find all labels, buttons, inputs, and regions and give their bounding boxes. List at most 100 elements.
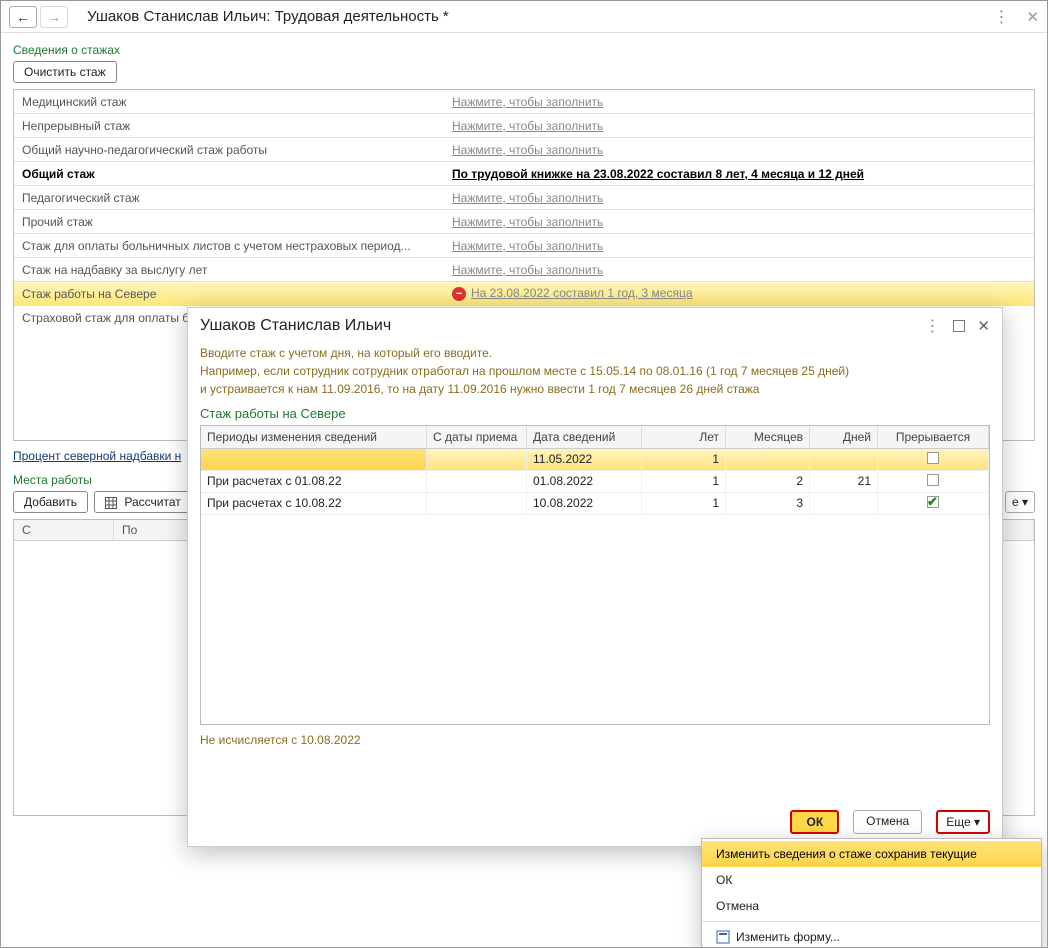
menu-item-label: ОК — [716, 873, 732, 887]
cell-months — [726, 449, 810, 470]
arrow-right-icon: → — [47, 9, 61, 25]
cancel-button[interactable]: Отмена — [853, 810, 922, 834]
stage-name: Общий научно-педагогический стаж работы — [14, 140, 444, 160]
add-button[interactable]: Добавить — [13, 491, 88, 513]
menu-item[interactable]: Отмена — [702, 893, 1041, 919]
ok-button[interactable]: ОК — [790, 810, 839, 834]
cell-days — [810, 449, 878, 470]
more-button-small[interactable]: е ▾ — [1005, 491, 1035, 513]
col-since-hire: С даты приема — [427, 426, 527, 448]
stage-row[interactable]: Стаж работы на Севере−На 23.08.2022 сост… — [14, 282, 1034, 306]
more-button[interactable]: Еще ▾ — [936, 810, 990, 834]
stage-value[interactable]: По трудовой книжке на 23.08.2022 состави… — [444, 164, 1034, 184]
cell-interrupted[interactable] — [878, 449, 989, 470]
menu-item-label: Изменить сведения о стаже сохранив текущ… — [716, 847, 977, 861]
maximize-icon[interactable] — [953, 320, 965, 332]
stage-row[interactable]: Непрерывный стаж Нажмите, чтобы заполнить — [14, 114, 1034, 138]
stage-value-link[interactable]: На 23.08.2022 составил 1 год, 3 месяца — [471, 286, 693, 300]
col-date: Дата сведений — [527, 426, 642, 448]
popup-window: Ушаков Станислав Ильич ⋮ ✕ Вводите стаж … — [187, 307, 1003, 847]
stage-value[interactable]: Нажмите, чтобы заполнить — [444, 260, 1034, 280]
form-icon — [716, 930, 730, 944]
cell-interrupted[interactable] — [878, 493, 989, 514]
error-icon: − — [452, 287, 466, 301]
cell-since-hire — [427, 471, 527, 492]
cell-period: При расчетах с 01.08.22 — [201, 471, 427, 492]
table-icon — [105, 497, 117, 509]
stage-row[interactable]: Общий научно-педагогический стаж работы Н… — [14, 138, 1034, 162]
window-title: Ушаков Станислав Ильич: Трудовая деятель… — [87, 8, 983, 25]
col-from: С — [14, 520, 114, 540]
menu-item[interactable]: ОК — [702, 867, 1041, 893]
stage-value-link[interactable]: По трудовой книжке на 23.08.2022 состави… — [452, 167, 864, 181]
stage-value-link[interactable]: Нажмите, чтобы заполнить — [452, 263, 603, 277]
stage-name: Непрерывный стаж — [14, 116, 444, 136]
stage-value[interactable]: Нажмите, чтобы заполнить — [444, 116, 1034, 136]
close-icon[interactable]: ✕ — [1026, 8, 1039, 26]
cell-period: При расчетах с 10.08.22 — [201, 493, 427, 514]
stage-row[interactable]: Прочий стаж Нажмите, чтобы заполнить — [14, 210, 1034, 234]
stage-name: Стаж для оплаты больничных листов с учет… — [14, 236, 444, 256]
col-months: Месяцев — [726, 426, 810, 448]
cell-since-hire — [427, 449, 527, 470]
popup-section-label: Стаж работы на Севере — [188, 398, 1002, 425]
nav-back-button[interactable]: ← — [9, 6, 37, 28]
cell-date: 10.08.2022 — [527, 493, 642, 514]
popup-row[interactable]: При расчетах с 10.08.2210.08.202213 — [201, 493, 989, 515]
menu-item[interactable]: Изменить сведения о стаже сохранив текущ… — [702, 841, 1041, 867]
popup-hint-2: Например, если сотрудник сотрудник отраб… — [200, 362, 990, 380]
col-interrupted: Прерывается — [878, 426, 989, 448]
stage-name: Педагогический стаж — [14, 188, 444, 208]
checkbox-icon[interactable] — [927, 496, 939, 508]
stage-value-link[interactable]: Нажмите, чтобы заполнить — [452, 191, 603, 205]
cell-days — [810, 493, 878, 514]
stage-row[interactable]: Стаж для оплаты больничных листов с учет… — [14, 234, 1034, 258]
stage-value-link[interactable]: Нажмите, чтобы заполнить — [452, 143, 603, 157]
stage-name: Стаж на надбавку за выслугу лет — [14, 260, 444, 280]
stage-row[interactable]: Общий стаж По трудовой книжке на 23.08.20… — [14, 162, 1034, 186]
stage-value[interactable]: Нажмите, чтобы заполнить — [444, 140, 1034, 160]
stage-value[interactable]: Нажмите, чтобы заполнить — [444, 212, 1034, 232]
checkbox-icon[interactable] — [927, 474, 939, 486]
cell-date: 01.08.2022 — [527, 471, 642, 492]
stage-value[interactable]: Нажмите, чтобы заполнить — [444, 188, 1034, 208]
stage-value[interactable]: Нажмите, чтобы заполнить — [444, 236, 1034, 256]
popup-note: Не исчисляется с 10.08.2022 — [188, 725, 1002, 755]
cell-period — [201, 449, 427, 470]
stage-value-link[interactable]: Нажмите, чтобы заполнить — [452, 239, 603, 253]
stage-name: Прочий стаж — [14, 212, 444, 232]
stage-value-link[interactable]: Нажмите, чтобы заполнить — [452, 215, 603, 229]
cell-months: 2 — [726, 471, 810, 492]
stage-value-link[interactable]: Нажмите, чтобы заполнить — [452, 95, 603, 109]
stage-value-link[interactable]: Нажмите, чтобы заполнить — [452, 119, 603, 133]
popup-close-icon[interactable]: ✕ — [977, 317, 990, 335]
stage-value[interactable]: Нажмите, чтобы заполнить — [444, 92, 1034, 112]
col-periods: Периоды изменения сведений — [201, 426, 427, 448]
arrow-left-icon: ← — [16, 9, 30, 25]
calc-button[interactable]: Рассчитат — [94, 491, 192, 513]
col-days: Дней — [810, 426, 878, 448]
popup-hint-3: и устраивается к нам 11.09.2016, то на д… — [200, 380, 990, 398]
stage-row[interactable]: Педагогический стаж Нажмите, чтобы заполн… — [14, 186, 1034, 210]
cell-interrupted[interactable] — [878, 471, 989, 492]
stage-row[interactable]: Медицинский стажНажмите, чтобы заполнить — [14, 90, 1034, 114]
clear-stage-button[interactable]: Очистить стаж — [13, 61, 117, 83]
cell-months: 3 — [726, 493, 810, 514]
options-icon[interactable]: ⋮ — [993, 7, 1010, 27]
stage-row[interactable]: Стаж на надбавку за выслугу лет Нажмите, … — [14, 258, 1034, 282]
cell-years: 1 — [642, 449, 726, 470]
section-stages-label: Сведения о стажах — [13, 43, 1035, 57]
popup-row[interactable]: 11.05.20221 — [201, 449, 989, 471]
nav-forward-button[interactable]: → — [40, 6, 68, 28]
popup-row[interactable]: При расчетах с 01.08.2201.08.20221221 — [201, 471, 989, 493]
cell-years: 1 — [642, 471, 726, 492]
popup-grid: Периоды изменения сведений С даты приема… — [200, 425, 990, 725]
popup-options-icon[interactable]: ⋮ — [924, 316, 941, 336]
percent-link[interactable]: Процент северной надбавки н — [13, 449, 181, 463]
stage-name: Общий стаж — [14, 164, 444, 184]
popup-title: Ушаков Станислав Ильич — [200, 317, 924, 335]
checkbox-icon[interactable] — [927, 452, 939, 464]
menu-item[interactable]: Изменить форму... — [702, 921, 1041, 948]
cell-date: 11.05.2022 — [527, 449, 642, 470]
stage-value[interactable]: −На 23.08.2022 составил 1 год, 3 месяца — [444, 283, 1034, 304]
